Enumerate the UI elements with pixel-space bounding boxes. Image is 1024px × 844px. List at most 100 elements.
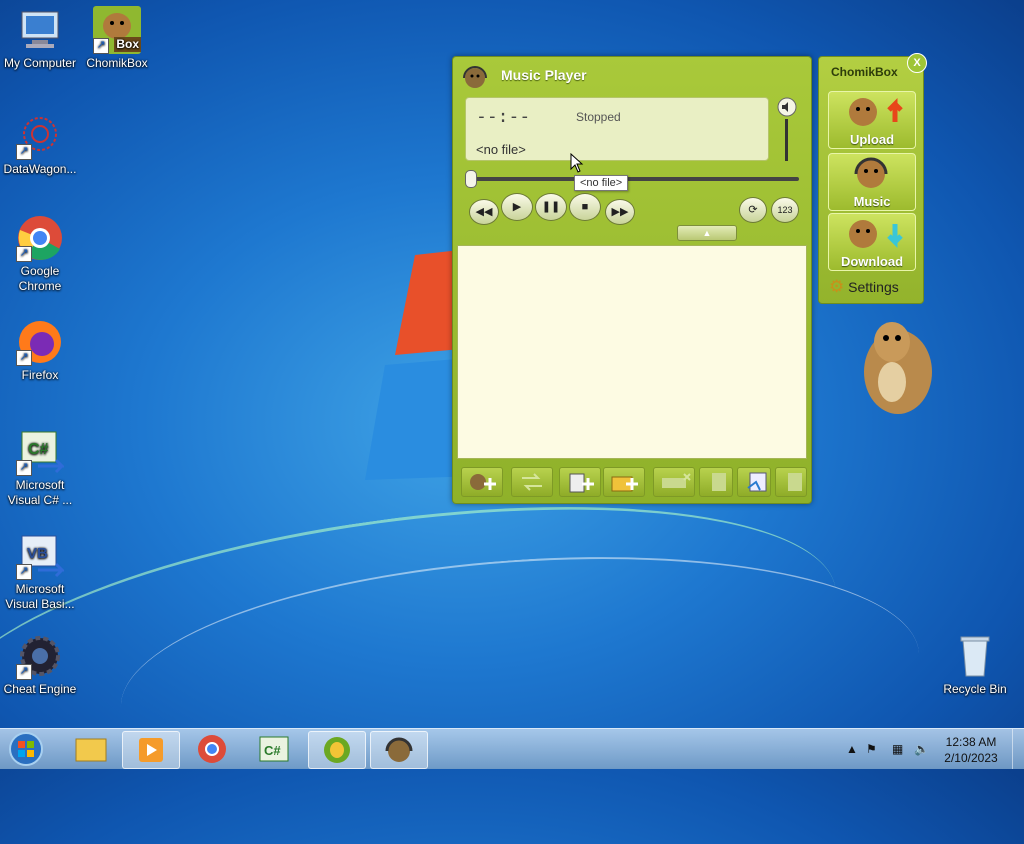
desktop-icon-datawagon[interactable]: ↗ DataWagon... (0, 112, 80, 177)
chomik-headphones-icon (463, 66, 487, 88)
download-label: Download (840, 254, 904, 269)
clock-time: 12:38 AM (945, 735, 997, 749)
music-icon (854, 157, 888, 188)
close-button[interactable]: X (907, 53, 927, 73)
datawagon-icon: ↗ (16, 112, 64, 160)
start-button[interactable] (0, 731, 52, 767)
desktop-icon-label: Cheat Engine (3, 682, 77, 696)
music-label: Music (853, 194, 891, 209)
clock-date: 2/10/2023 (944, 751, 998, 765)
upload-label: Upload (849, 132, 895, 147)
music-button[interactable]: Music (828, 153, 916, 211)
add-files-button[interactable] (559, 467, 601, 497)
desktop-icon-my-computer[interactable]: My Computer (0, 6, 80, 71)
taskbar-music-player[interactable] (370, 731, 428, 769)
chomik-add-icon (470, 474, 496, 490)
order-button[interactable]: 123 (771, 197, 799, 223)
svg-text:VB: VB (27, 545, 48, 562)
media-player-icon (139, 738, 163, 762)
svg-text:C#: C# (264, 743, 281, 758)
chomikbox-icon: Box ↗ (93, 6, 141, 54)
shortcut-arrow-icon: ↗ (16, 664, 32, 680)
desktop-icon-label: Microsoft Visual Basi... (5, 582, 75, 611)
play-button[interactable]: ▶ (501, 193, 533, 221)
upload-button[interactable]: Upload (828, 91, 916, 149)
save-playlist-button[interactable] (737, 467, 771, 497)
action-center-flag-icon[interactable]: ⚑ (866, 742, 877, 756)
add-folder-button[interactable] (603, 467, 645, 497)
add-folder-icon (611, 476, 638, 492)
desktop-icon-recycle-bin[interactable]: Recycle Bin (935, 632, 1015, 697)
chomikbox-panel[interactable]: ChomikBox X Upload Music Download ⚙ Sett… (818, 53, 927, 304)
clock[interactable]: 12:38 AM 2/10/2023 (940, 734, 1002, 766)
desktop-icon-label: Firefox (21, 368, 59, 382)
shortcut-arrow-icon: ↗ (16, 350, 32, 366)
taskbar-media-player[interactable] (122, 731, 180, 769)
upload-icon (849, 97, 903, 126)
shortcut-arrow-icon: ↗ (16, 246, 32, 262)
desktop-icon-cheat-engine[interactable]: ↗ Cheat Engine (0, 632, 80, 697)
folder-icon (75, 738, 107, 762)
shortcut-arrow-icon: ↗ (16, 144, 32, 160)
svg-text:C#: C# (28, 441, 49, 458)
show-desktop-button[interactable] (1012, 729, 1024, 769)
repeat-button[interactable]: ⟳ (739, 197, 767, 223)
download-icon (849, 220, 903, 249)
seek-bar[interactable] (465, 170, 799, 188)
chrome-icon (198, 735, 226, 763)
desktop-icon-visual-basic[interactable]: VB ↗ Microsoft Visual Basi... (0, 532, 80, 612)
time-display: --:-- (476, 106, 531, 127)
save-playlist-icon (747, 472, 767, 492)
visual-basic-icon: VB ↗ (16, 532, 66, 580)
taskbar-visual-csharp[interactable]: C# (246, 731, 302, 767)
desktop-icon-label: Google Chrome (18, 264, 62, 293)
cheat-engine-icon: ↗ (16, 632, 64, 680)
taskbar-chomikbox[interactable] (308, 731, 366, 769)
desktop-icon-visual-csharp[interactable]: C# ↗ Microsoft Visual C# ... (0, 428, 80, 508)
desktop-icon-label: My Computer (3, 56, 77, 70)
settings-label: Settings (848, 279, 899, 295)
stop-button[interactable]: ■ (569, 193, 601, 221)
taskbar-explorer[interactable] (62, 731, 118, 767)
shortcut-arrow-icon: ↗ (93, 38, 109, 54)
track-display: --:-- Stopped <no file> (465, 97, 769, 161)
desktop-icon-label: Microsoft Visual C# ... (7, 478, 73, 507)
desktop-icon-label: ChomikBox (86, 56, 148, 70)
music-player-title: Music Player (501, 67, 587, 83)
recycle-bin-icon (951, 632, 999, 680)
remove-button[interactable] (653, 467, 695, 497)
shortcut-arrow-icon: ↗ (16, 460, 32, 476)
volume-slider[interactable] (775, 97, 799, 163)
document-button[interactable] (699, 467, 733, 497)
add-file-button[interactable] (461, 467, 503, 497)
document-icon (712, 473, 726, 491)
mouse-cursor-icon (570, 153, 584, 173)
rewind-button[interactable]: ◀◀ (469, 199, 499, 225)
chomikbox-icon (324, 737, 350, 763)
download-button[interactable]: Download (828, 213, 916, 271)
music-player-window[interactable]: Music Player --:-- Stopped <no file> ◀◀ … (452, 56, 812, 504)
expand-toggle-button[interactable]: ▲ (677, 225, 737, 241)
chomik-mascot (864, 322, 932, 414)
visual-csharp-icon: C# (259, 736, 289, 762)
fast-forward-button[interactable]: ▶▶ (605, 199, 635, 225)
show-hidden-icons-button[interactable]: ▲ (846, 742, 858, 756)
network-icon[interactable]: ▦ (892, 742, 903, 756)
chomikbox-title: ChomikBox (831, 65, 898, 79)
remove-icon (662, 473, 691, 488)
pause-button[interactable]: ❚❚ (535, 193, 567, 221)
desktop-icon-google-chrome[interactable]: ↗ Google Chrome (0, 214, 80, 294)
seek-handle[interactable] (465, 170, 477, 188)
tooltip: <no file> (574, 175, 629, 191)
volume-icon[interactable]: 🔈 (914, 742, 929, 756)
export-button[interactable] (775, 467, 807, 497)
taskbar: C# ▲ ⚑ ▦ 🔈 12:38 AM 2/10/2023 (0, 728, 1024, 769)
transfer-button[interactable] (511, 467, 553, 497)
desktop-icon-chomikbox[interactable]: Box ↗ ChomikBox (77, 6, 157, 71)
chomik-headphones-icon (385, 737, 413, 762)
firefox-icon: ↗ (16, 318, 64, 366)
desktop-icon-firefox[interactable]: ↗ Firefox (0, 318, 80, 383)
settings-button[interactable]: ⚙ Settings (829, 277, 899, 297)
playlist-area[interactable] (457, 245, 807, 459)
taskbar-chrome[interactable] (184, 731, 240, 767)
